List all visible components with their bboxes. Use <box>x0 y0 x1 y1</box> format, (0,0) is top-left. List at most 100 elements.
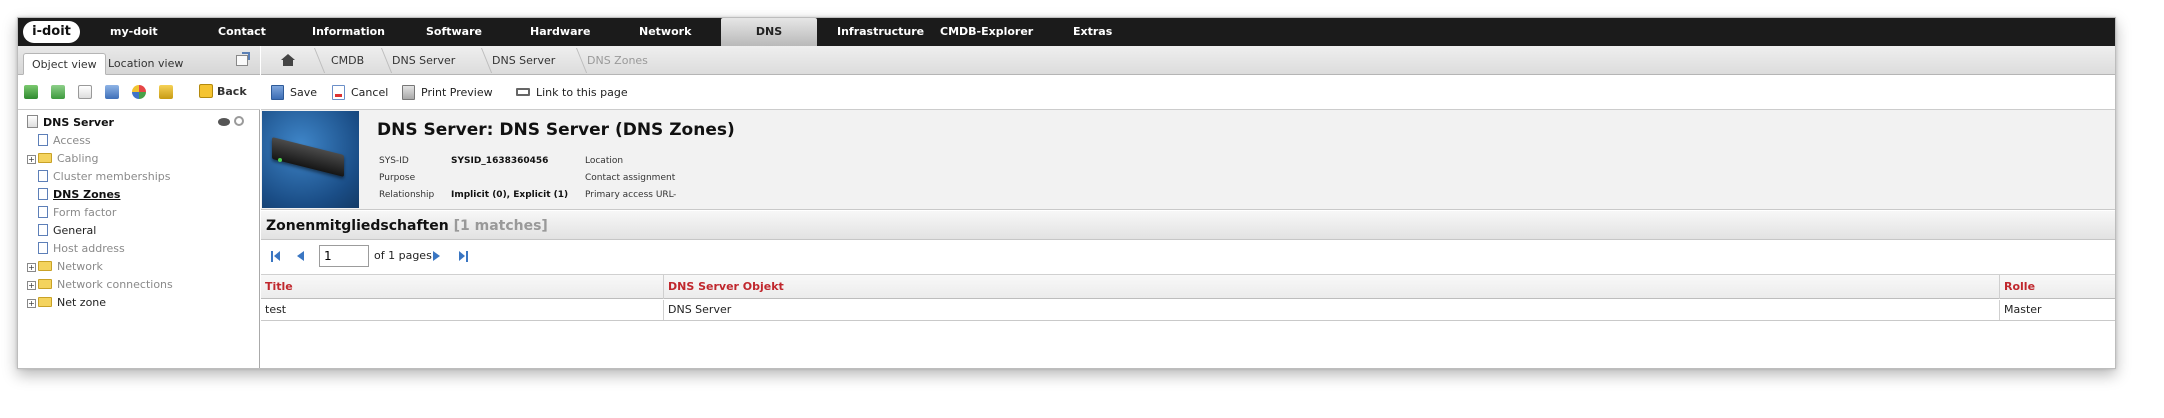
nav-dns[interactable]: DNS <box>721 18 817 50</box>
app-window: i-doit my-doit Contact Information Softw… <box>17 17 2116 369</box>
breadcrumb-dns-server-type[interactable]: DNS Server <box>392 46 455 75</box>
object-title: DNS Server: DNS Server (DNS Zones) <box>377 120 735 140</box>
relationship-label: Relationship <box>379 190 435 200</box>
nav-infrastructure[interactable]: Infrastructure <box>837 18 924 46</box>
page-number-input[interactable] <box>319 245 369 267</box>
object-header: DNS Server: DNS Server (DNS Zones) SYS-I… <box>261 110 2115 210</box>
expand-icon[interactable]: + <box>27 281 36 290</box>
column-title[interactable]: Title <box>261 275 663 299</box>
object-image[interactable] <box>262 111 359 208</box>
folder-icon <box>38 153 52 163</box>
column-rolle[interactable]: Rolle <box>1999 275 2115 299</box>
cell-rolle: Master <box>1999 300 2115 320</box>
expand-icon[interactable]: + <box>27 263 36 272</box>
tab-location-view[interactable]: Location view <box>100 53 191 75</box>
breadcrumb: CMDB DNS Server DNS Server DNS Zones <box>261 46 2115 75</box>
sysid-value: SYSID_1638360456 <box>451 156 549 166</box>
eye-icon[interactable] <box>218 118 230 126</box>
folder-icon <box>38 279 52 289</box>
tree-item-dns-zones[interactable]: DNS Zones <box>27 187 120 203</box>
match-count: [1 matches] <box>453 218 548 234</box>
tree-item-host-address[interactable]: Host address <box>27 241 125 257</box>
save-button[interactable]: Save <box>271 84 317 101</box>
tree-item-network-connections[interactable]: + Network connections <box>27 277 173 293</box>
table-header: Title DNS Server Objekt Rolle <box>261 274 2115 299</box>
breadcrumb-dns-server-object[interactable]: DNS Server <box>492 46 555 75</box>
printer-icon <box>402 85 415 100</box>
top-navigation: i-doit my-doit Contact Information Softw… <box>18 18 2115 50</box>
tree-structure-icon[interactable] <box>24 85 38 99</box>
back-icon <box>199 84 213 98</box>
cell-title: test <box>265 303 287 316</box>
tree-toolbar: Back <box>18 75 260 110</box>
page-count-text: of 1 pages <box>374 249 432 262</box>
left-sidebar: Object view Location view Back DNS Serve… <box>18 46 260 368</box>
folder-icon <box>38 261 52 271</box>
tab-object-view[interactable]: Object view <box>23 53 106 75</box>
document-icon <box>38 242 48 254</box>
status-led <box>278 158 282 162</box>
tree-item-network[interactable]: + Network <box>27 259 103 275</box>
next-page-icon[interactable] <box>433 251 440 261</box>
action-bar: Save Cancel Print Preview Link to this p… <box>261 75 2115 110</box>
tree-root[interactable]: DNS Server <box>27 115 114 131</box>
tree-root-label: DNS Server <box>43 116 114 129</box>
document-icon <box>38 188 48 200</box>
print-preview-button[interactable]: Print Preview <box>402 84 493 101</box>
nav-extras[interactable]: Extras <box>1073 18 1112 46</box>
breadcrumb-separator <box>468 48 493 73</box>
purpose-label: Purpose <box>379 173 416 183</box>
breadcrumb-separator <box>563 48 588 73</box>
nav-cmdb-explorer[interactable]: CMDB-Explorer <box>940 18 1033 46</box>
popout-icon[interactable] <box>236 52 250 66</box>
tree-item-form-factor[interactable]: Form factor <box>27 205 116 221</box>
link-to-page-button[interactable]: Link to this page <box>516 84 628 101</box>
list-icon[interactable] <box>78 85 92 99</box>
document-icon <box>38 224 48 236</box>
column-dns-server-object[interactable]: DNS Server Objekt <box>663 275 1999 299</box>
cell-dns-server-object: DNS Server <box>663 300 1999 320</box>
last-page-icon[interactable] <box>459 251 468 262</box>
document-icon <box>38 134 48 146</box>
access-url-value: - <box>673 190 677 200</box>
tree-item-general[interactable]: General <box>27 223 96 239</box>
document-icon <box>38 170 48 182</box>
nav-network[interactable]: Network <box>639 18 691 46</box>
expand-all-icon[interactable] <box>51 85 65 99</box>
back-button[interactable]: Back <box>199 84 247 100</box>
server-illustration <box>272 137 344 177</box>
search-icon[interactable] <box>234 116 244 126</box>
tree-item-cabling[interactable]: + Cabling <box>27 151 98 167</box>
nav-dns-label: DNS <box>755 25 783 38</box>
tree-item-cluster-memberships[interactable]: Cluster memberships <box>27 169 170 185</box>
table-row[interactable]: test DNS Server Master <box>261 300 2115 321</box>
nav-contact[interactable]: Contact <box>218 18 266 46</box>
home-icon[interactable] <box>281 54 295 66</box>
lock-icon[interactable] <box>159 85 173 99</box>
relationship-value[interactable]: Implicit (0), Explicit (1) <box>451 189 568 201</box>
tree-item-net-zone[interactable]: + Net zone <box>27 295 106 311</box>
section-title: Zonenmitgliedschaften [1 matches] <box>266 218 548 234</box>
tree-item-access[interactable]: Access <box>27 133 91 149</box>
section-header: Zonenmitgliedschaften [1 matches] <box>261 211 2115 240</box>
nav-hardware[interactable]: Hardware <box>530 18 590 46</box>
breadcrumb-dns-zones: DNS Zones <box>587 54 648 67</box>
first-page-icon[interactable] <box>271 251 280 262</box>
book-icon[interactable] <box>105 85 119 99</box>
previous-page-icon[interactable] <box>297 251 304 261</box>
nav-information[interactable]: Information <box>312 18 385 46</box>
expand-icon[interactable]: + <box>27 299 36 308</box>
expand-icon[interactable]: + <box>27 155 36 164</box>
chart-icon[interactable] <box>132 85 146 99</box>
link-icon <box>516 88 530 96</box>
document-icon <box>38 206 48 218</box>
cancel-button[interactable]: Cancel <box>332 84 388 101</box>
breadcrumb-cmdb[interactable]: CMDB <box>331 46 364 75</box>
save-icon <box>271 85 284 100</box>
nav-my-doit[interactable]: my-doit <box>110 18 158 46</box>
nav-software[interactable]: Software <box>426 18 482 46</box>
cancel-icon <box>332 85 345 100</box>
idoit-logo[interactable]: i-doit <box>23 21 80 43</box>
server-icon <box>27 115 38 128</box>
sysid-label: SYS-ID <box>379 156 409 166</box>
